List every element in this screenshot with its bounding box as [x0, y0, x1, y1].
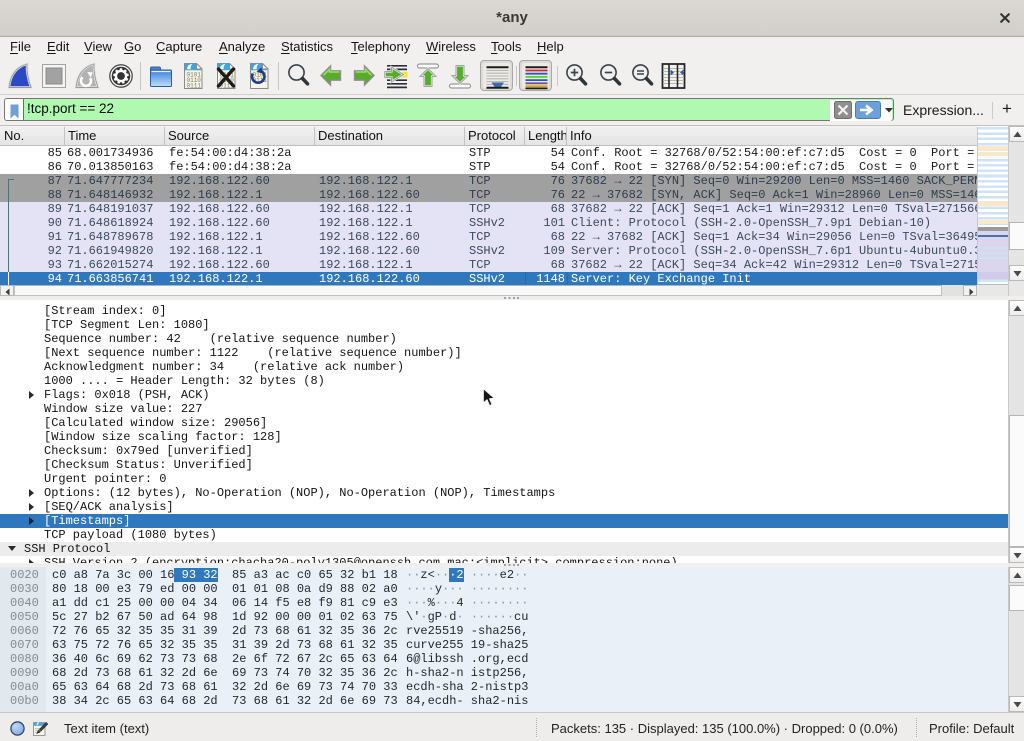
svg-text:0111: 0111: [187, 83, 202, 90]
